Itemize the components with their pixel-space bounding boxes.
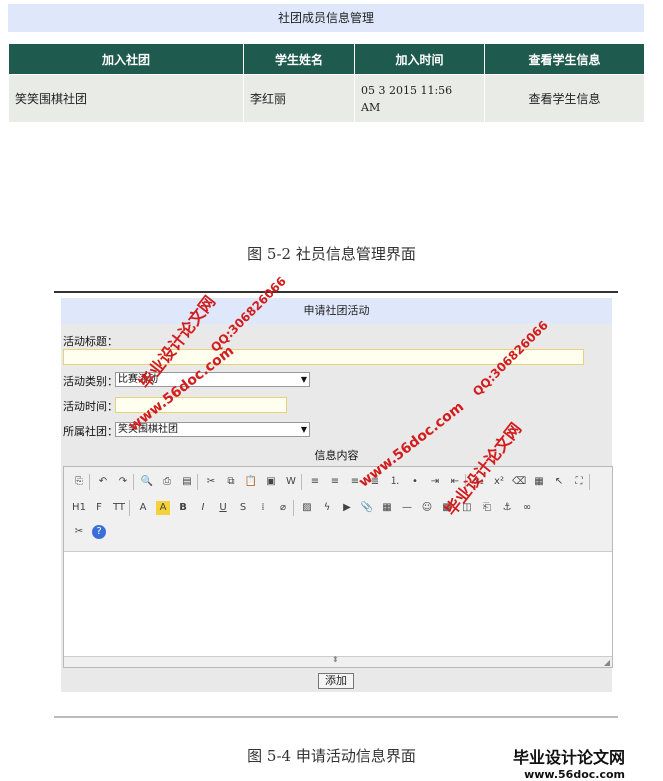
font-size-icon[interactable]: TT <box>112 501 126 515</box>
flash-icon[interactable]: ϟ <box>320 501 334 515</box>
unlink-icon[interactable]: ✂ <box>72 525 86 539</box>
print-icon[interactable]: ⎙ <box>160 475 174 489</box>
align-center-icon[interactable]: ≡ <box>328 475 342 489</box>
editor-toolbar: ⎘ ↶ ↷ 🔍 ⎙ ▤ ✂ ⧉ 📋 ▣ W ≡ ≡ ≡ ≣ ⒈ • ⇥ ⇤ x₂ x² ⌫ ▦ ↖ ⛶ H1 F TT A A B I U S ⁞ ⌀… <box>64 467 612 552</box>
underline-icon[interactable]: U <box>216 501 230 515</box>
chevron-down-icon: ▼ <box>300 425 307 434</box>
copy-icon[interactable]: ⧉ <box>224 475 238 489</box>
logo-url: www.56doc.com <box>524 768 626 781</box>
activity-type-label: 活动类别： <box>63 375 118 388</box>
paste-icon[interactable]: 📋 <box>244 475 258 489</box>
image-icon[interactable]: ▨ <box>300 501 314 515</box>
divider-bottom <box>54 716 618 718</box>
column-header-name: 学生姓名 <box>243 43 355 75</box>
table-header-row: 加入社团 学生姓名 加入时间 查看学生信息 <box>8 43 645 75</box>
logo-text: 毕业设计论文网 <box>513 748 626 767</box>
editor-resize-handle[interactable]: ⬍ ◢ <box>64 655 612 667</box>
cell-time: 05 3 2015 11:56 AM <box>354 74 485 123</box>
column-header-view: 查看学生信息 <box>484 43 645 75</box>
members-panel-title: 社团成员信息管理 <box>8 4 644 32</box>
select-all-icon[interactable]: ▦ <box>532 475 546 489</box>
club-value: 笑笑围棋社团 <box>118 424 178 435</box>
font-family-icon[interactable]: F <box>92 501 106 515</box>
add-button[interactable]: 添加 <box>318 673 354 689</box>
preview-icon[interactable]: 🔍 <box>140 475 154 489</box>
anchor-icon[interactable]: ⚓ <box>500 501 514 515</box>
cursor-icon[interactable]: ↖ <box>552 475 566 489</box>
clear-format-icon[interactable]: ⌫ <box>512 475 526 489</box>
hr-icon[interactable]: — <box>400 501 414 515</box>
chevron-down-icon: ▼ <box>300 375 307 384</box>
view-student-link[interactable]: 查看学生信息 <box>484 74 645 123</box>
site-logo: 毕业设计论文网 www.56doc.com <box>513 744 625 781</box>
superscript-icon[interactable]: x² <box>492 475 506 489</box>
content-label: 信息内容 <box>314 449 359 462</box>
remove-format-icon[interactable]: ⌀ <box>276 501 290 515</box>
ordered-list-icon[interactable]: ⒈ <box>388 475 402 489</box>
unordered-list-icon[interactable]: • <box>408 475 422 489</box>
cut-icon[interactable]: ✂ <box>204 475 218 489</box>
template-icon[interactable]: ▤ <box>180 475 194 489</box>
strikethrough-icon[interactable]: S <box>236 501 250 515</box>
members-table: 加入社团 学生姓名 加入时间 查看学生信息 笑笑围棋社团 李红丽 05 3 20… <box>8 43 645 123</box>
toolbar-separator <box>197 474 198 490</box>
paste-text-icon[interactable]: ▣ <box>264 475 278 489</box>
help-icon[interactable]: ? <box>92 525 106 539</box>
indent-icon[interactable]: ⇥ <box>428 475 442 489</box>
rich-text-editor[interactable]: ⎘ ↶ ↷ 🔍 ⎙ ▤ ✂ ⧉ 📋 ▣ W ≡ ≡ ≡ ≣ ⒈ • ⇥ ⇤ x₂ x² ⌫ ▦ ↖ ⛶ H1 F TT A A B I U S ⁞ ⌀… <box>63 466 613 668</box>
fullscreen-icon[interactable]: ⛶ <box>572 475 586 489</box>
toolbar-separator <box>89 474 90 490</box>
emoticon-icon[interactable]: ☺ <box>420 501 434 515</box>
align-left-icon[interactable]: ≡ <box>308 475 322 489</box>
highlight-icon[interactable]: A <box>156 501 170 515</box>
table-icon[interactable]: ▦ <box>380 501 394 515</box>
undo-icon[interactable]: ↶ <box>96 475 110 489</box>
source-icon[interactable]: ⎘ <box>72 475 86 489</box>
toolbar-separator <box>301 474 302 490</box>
toolbar-separator <box>129 500 130 516</box>
toolbar-separator <box>293 500 294 516</box>
line-height-icon[interactable]: ⁞ <box>256 501 270 515</box>
pagebreak-icon[interactable]: ⎗ <box>480 501 494 515</box>
redo-icon[interactable]: ↷ <box>116 475 130 489</box>
cell-time-line2: AM <box>361 100 381 114</box>
column-header-club: 加入社团 <box>8 43 244 75</box>
attachment-icon[interactable]: 📎 <box>360 501 374 515</box>
toolbar-separator <box>133 474 134 490</box>
table-row: 笑笑围棋社团 李红丽 05 3 2015 11:56 AM 查看学生信息 <box>8 74 645 123</box>
bold-icon[interactable]: B <box>176 501 190 515</box>
text-color-icon[interactable]: A <box>136 501 150 515</box>
form-title: 申请社团活动 <box>61 298 612 324</box>
italic-icon[interactable]: I <box>196 501 210 515</box>
cell-time-line1: 05 3 2015 11:56 <box>361 83 453 97</box>
column-header-time: 加入时间 <box>354 43 485 75</box>
cell-name: 李红丽 <box>243 74 355 123</box>
activity-title-label: 活动标题： <box>63 335 118 348</box>
media-icon[interactable]: ▶ <box>340 501 354 515</box>
figure-caption-1: 图 5-2 社员信息管理界面 <box>247 245 416 263</box>
cell-club: 笑笑围棋社团 <box>8 74 244 123</box>
divider-top <box>54 291 618 293</box>
club-label: 所属社团： <box>63 425 118 438</box>
link-icon[interactable]: ∞ <box>520 501 534 515</box>
toolbar-separator <box>589 474 590 490</box>
heading-icon[interactable]: H1 <box>72 501 86 515</box>
paste-word-icon[interactable]: W <box>284 475 298 489</box>
activity-time-label: 活动时间： <box>63 400 118 413</box>
